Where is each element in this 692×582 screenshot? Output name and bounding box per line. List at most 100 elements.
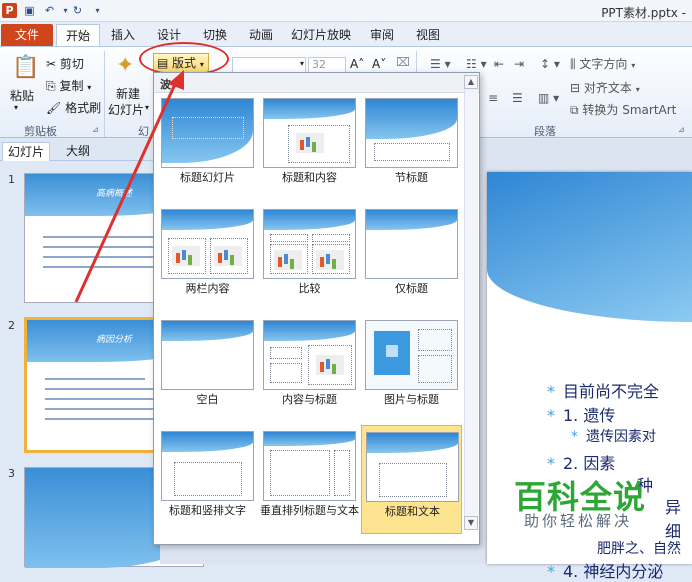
convert-smartart-button[interactable]: ⧉ 转换为 SmartArt	[570, 101, 676, 118]
tab-view[interactable]: 视图	[410, 24, 446, 46]
layout-thumbnail	[263, 98, 356, 168]
star-bullet-icon: *	[547, 382, 555, 401]
layout-label: 标题和内容	[282, 171, 337, 184]
caption-text-placeholder	[418, 355, 452, 383]
justify-icon[interactable]: ☰	[512, 91, 523, 105]
layout-label: 两栏内容	[185, 282, 230, 295]
star-bullet-icon: *	[571, 429, 578, 445]
quick-access-customize-icon[interactable]: ▾	[90, 3, 105, 18]
tab-file[interactable]: 文件	[1, 24, 53, 46]
layout-title-slide[interactable]: 标题幻灯片	[157, 95, 258, 201]
thumbnail-wave	[162, 432, 253, 452]
slide-bullet-text: 4. 神经内分泌	[563, 562, 664, 581]
clipboard-dialog-launcher-icon[interactable]: ⊿	[92, 125, 99, 134]
layout-label: 标题和文本	[385, 505, 440, 518]
slides-panel: 1 高病概述 2 病因分析 3	[0, 161, 204, 568]
align-right-icon[interactable]: ≡	[488, 91, 498, 105]
slide-number: 1	[8, 173, 15, 186]
paste-dropdown-icon[interactable]: ▾	[14, 103, 18, 112]
gallery-scrollbar[interactable]	[464, 90, 478, 518]
powerpoint-app-icon[interactable]: P	[2, 3, 17, 18]
layout-label: 比较	[298, 282, 321, 295]
slide-bullet-text: 目前尚不完全	[563, 382, 660, 401]
caption-title-placeholder	[270, 347, 302, 359]
paste-icon[interactable]: 📋	[12, 55, 39, 80]
layout-two-content[interactable]: 两栏内容	[157, 206, 258, 312]
layout-thumbnail	[263, 209, 356, 279]
vertical-text-placeholder	[174, 462, 242, 496]
tab-insert[interactable]: 插入	[104, 24, 142, 46]
layout-section-header[interactable]: 节标题	[361, 95, 462, 201]
format-painter-button[interactable]: 🖌 格式刷	[46, 99, 101, 116]
new-slide-button[interactable]: 新建	[116, 85, 140, 102]
font-family-dropdown-icon[interactable]: ▾	[300, 59, 304, 68]
slide-bullet[interactable]: * 4. 神经内分泌	[547, 558, 663, 582]
cut-button[interactable]: ✂ 剪切	[46, 55, 84, 72]
slide-bullet-text: 2. 因素	[563, 454, 616, 473]
slide-bullet[interactable]: * 遗传因素对	[571, 426, 656, 446]
undo-icon[interactable]: ↶	[42, 3, 57, 18]
layout-blank[interactable]: 空白	[157, 317, 258, 423]
bullets-icon[interactable]: ☰ ▾	[430, 57, 451, 71]
layout-picture-with-caption[interactable]: 图片与标题	[361, 317, 462, 423]
slide-wave-decoration	[487, 172, 692, 322]
chart-icon	[214, 246, 242, 266]
scroll-down-icon[interactable]: ▼	[464, 516, 478, 530]
columns-icon[interactable]: ▥ ▾	[538, 91, 559, 105]
tab-animations[interactable]: 动画	[242, 24, 280, 46]
align-text-icon: ⊟	[570, 81, 581, 95]
paragraph-dialog-launcher-icon[interactable]: ⊿	[678, 125, 685, 134]
layout-vertical-title-and-text[interactable]: 垂直排列标题与文本	[259, 428, 360, 534]
redo-icon[interactable]: ↻	[70, 3, 85, 18]
heading-placeholder	[270, 234, 308, 242]
smartart-icon: ⧉	[570, 103, 579, 117]
line-spacing-icon[interactable]: ↕ ▾	[540, 57, 560, 71]
new-slide-dropdown-icon[interactable]: ▾	[145, 103, 149, 112]
tab-slideshow[interactable]: 幻灯片放映	[288, 24, 354, 46]
grow-font-icon[interactable]: A˄	[350, 57, 364, 71]
text-line	[45, 408, 170, 410]
document-title: PPT素材.pptx -	[601, 6, 686, 20]
slide-bullet[interactable]: * 1. 遗传	[547, 402, 615, 426]
new-slide-icon[interactable]: ✦	[116, 53, 134, 78]
tab-review[interactable]: 审阅	[364, 24, 400, 46]
tab-home[interactable]: 开始	[56, 24, 100, 46]
numbering-icon[interactable]: ☷ ▾	[466, 57, 487, 71]
shrink-font-icon[interactable]: A˅	[372, 57, 386, 71]
text-direction-dropdown-icon: ▾	[631, 61, 636, 70]
decrease-indent-icon[interactable]: ⇤	[494, 57, 504, 71]
layout-thumbnail	[161, 320, 254, 390]
slide-bullet-text: 1. 遗传	[563, 406, 616, 425]
paste-button[interactable]: 粘贴	[10, 87, 34, 104]
text-direction-button[interactable]: ⫼ 文字方向 ▾	[570, 55, 635, 72]
layout-content-with-caption[interactable]: 内容与标题	[259, 317, 360, 423]
copy-button[interactable]: ⎘ 复制 ▾	[46, 77, 91, 94]
save-icon[interactable]: ▣	[22, 3, 37, 18]
star-bullet-icon: *	[547, 454, 555, 473]
caption-title-placeholder	[418, 329, 452, 351]
layout-title-and-content[interactable]: 标题和内容	[259, 95, 360, 201]
slide-number: 3	[8, 467, 15, 480]
chart-icon	[172, 246, 200, 266]
slide-bullet[interactable]: * 2. 因素	[547, 450, 615, 474]
text-line	[43, 256, 163, 258]
tab-outline[interactable]: 大纲	[56, 142, 100, 161]
slide-bullet[interactable]: * 目前尚不完全	[547, 378, 659, 402]
layout-label: 节标题	[395, 171, 428, 184]
increase-indent-icon[interactable]: ⇥	[514, 57, 524, 71]
layout-title-and-vertical-text[interactable]: 标题和竖排文字	[157, 428, 258, 534]
layout-label: 内容与标题	[282, 393, 337, 406]
new-slide-label[interactable]: 幻灯片	[108, 101, 144, 118]
caption-text-placeholder	[270, 363, 302, 383]
scroll-up-icon[interactable]: ▲	[464, 75, 478, 89]
thumbnail-wave	[162, 210, 253, 230]
layout-title-and-text[interactable]: 标题和文本	[361, 425, 462, 534]
clear-format-icon[interactable]: ⌧	[396, 55, 410, 69]
thumbnail-wave	[264, 321, 355, 341]
layout-title-only[interactable]: 仅标题	[361, 206, 462, 312]
layout-comparison[interactable]: 比较	[259, 206, 360, 312]
chart-icon	[296, 133, 324, 153]
tab-slides[interactable]: 幻灯片	[2, 142, 50, 161]
align-text-button[interactable]: ⊟ 对齐文本 ▾	[570, 79, 640, 96]
layout-thumbnail	[365, 209, 458, 279]
